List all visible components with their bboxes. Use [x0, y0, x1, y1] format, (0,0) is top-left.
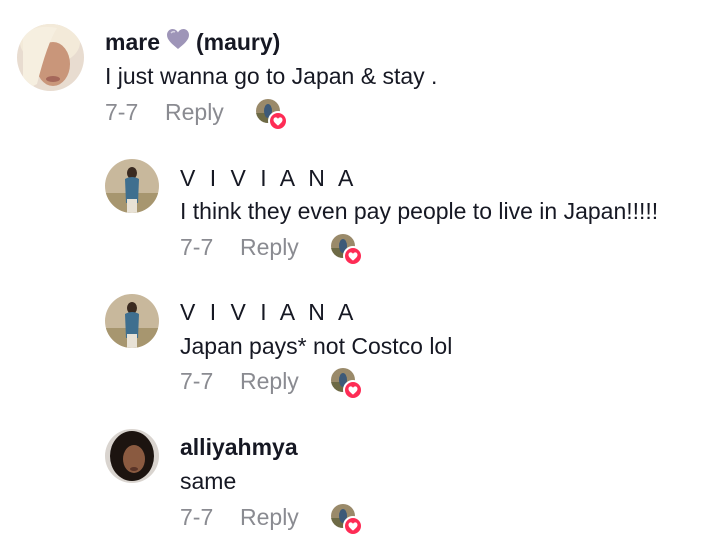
comment-username[interactable]: V I V I A N A [180, 298, 357, 326]
purple-heart-icon [166, 28, 190, 56]
avatar[interactable] [105, 429, 159, 483]
heart-icon [343, 516, 363, 536]
reply-button[interactable]: Reply [240, 367, 299, 395]
comment-username[interactable]: mare (maury) [105, 28, 280, 60]
comment-username[interactable]: alliyahmya [180, 433, 298, 461]
avatar[interactable] [17, 24, 84, 91]
creator-liked-badge [256, 99, 288, 131]
username-part: (maury) [195, 29, 281, 56]
avatar[interactable] [105, 294, 159, 348]
comment-text: Japan pays* not Costco lol [180, 333, 453, 359]
comment-date: 7-7 [180, 368, 214, 394]
creator-liked-badge [331, 504, 363, 536]
creator-liked-badge [331, 368, 363, 400]
heart-icon [343, 246, 363, 266]
reply-button[interactable]: Reply [240, 503, 299, 531]
heart-icon [268, 111, 288, 131]
username-part: mare [105, 29, 160, 56]
avatar[interactable] [105, 159, 159, 213]
comment-text: I just wanna go to Japan & stay . [105, 63, 438, 89]
comment-date: 7-7 [180, 504, 214, 530]
reply-button[interactable]: Reply [165, 98, 224, 126]
creator-liked-badge [331, 234, 363, 266]
reply-button[interactable]: Reply [240, 233, 299, 261]
comment-text: I think they even pay people to live in … [180, 198, 659, 224]
heart-icon [343, 380, 363, 400]
comment-date: 7-7 [105, 99, 139, 125]
comment-text: same [180, 468, 237, 494]
comment-date: 7-7 [180, 234, 214, 260]
comment-username[interactable]: V I V I A N A [180, 164, 357, 192]
